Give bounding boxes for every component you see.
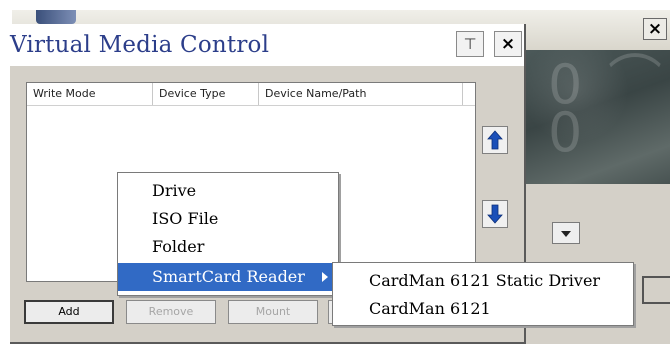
list-header: Write Mode Device Type Device Name/Path <box>27 83 475 106</box>
move-up-button[interactable] <box>482 126 508 154</box>
down-arrow-icon <box>487 204 503 224</box>
column-header-device-name-path[interactable]: Device Name/Path <box>259 83 463 105</box>
remove-button[interactable]: Remove <box>126 300 216 324</box>
background-close-button[interactable]: × <box>643 18 667 40</box>
column-header-write-mode[interactable]: Write Mode <box>27 83 153 105</box>
background-button[interactable] <box>642 276 670 304</box>
menu-item-drive[interactable]: Drive <box>118 177 338 205</box>
menu-item-label: Folder <box>152 237 205 256</box>
pin-button[interactable]: ⊤ <box>456 31 484 57</box>
submenu-item-cardman[interactable]: CardMan 6121 <box>333 295 633 323</box>
mount-button[interactable]: Mount <box>228 300 318 324</box>
menu-item-folder[interactable]: Folder <box>118 233 338 261</box>
smartcard-reader-submenu: CardMan 6121 Static Driver CardMan 6121 <box>332 262 634 326</box>
app-icon <box>36 10 76 24</box>
background-dropdown-button[interactable] <box>552 222 580 244</box>
add-button[interactable]: Add <box>24 300 114 324</box>
close-button[interactable]: × <box>494 31 522 57</box>
move-down-button[interactable] <box>482 200 508 228</box>
menu-item-label: SmartCard Reader <box>152 267 305 286</box>
menu-item-label: Drive <box>152 181 197 200</box>
dialog-titlebar: Virtual Media Control ⊤ × <box>10 24 524 66</box>
up-arrow-icon <box>487 130 503 150</box>
menu-item-label: ISO File <box>152 209 219 228</box>
menu-item-smartcard-reader[interactable]: SmartCard Reader <box>118 263 338 291</box>
menu-item-iso-file[interactable]: ISO File <box>118 205 338 233</box>
submenu-item-label: CardMan 6121 Static Driver <box>369 271 601 290</box>
submenu-item-cardman-static-driver[interactable]: CardMan 6121 Static Driver <box>333 267 633 295</box>
submenu-arrow-icon <box>322 272 328 282</box>
background-image-panel: 0 0 ⌒ <box>512 50 670 184</box>
dialog-title: Virtual Media Control <box>10 32 270 58</box>
submenu-item-label: CardMan 6121 <box>369 299 491 318</box>
column-header-device-type[interactable]: Device Type <box>153 83 259 105</box>
add-device-menu: Drive ISO File Folder SmartCard Reader <box>117 172 339 296</box>
